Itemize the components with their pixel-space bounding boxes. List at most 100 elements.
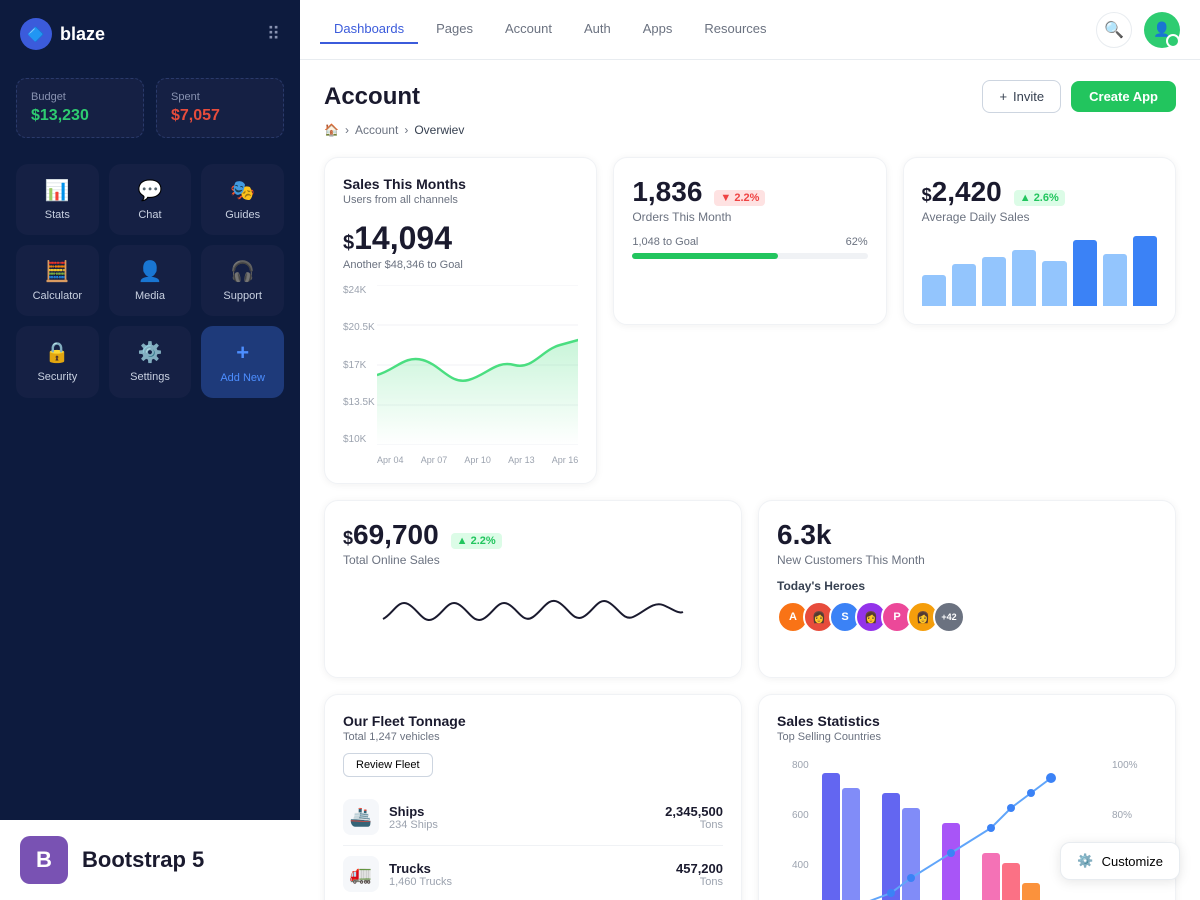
progress-bar-bg [632,253,867,259]
media-label: Media [135,290,165,302]
todays-heroes-section: Today's Heroes A 👩 S 👩 P 👩 +42 [777,579,1157,633]
invite-button[interactable]: + Invite [982,80,1061,113]
daily-sales-label: Average Daily Sales [922,210,1157,224]
nav-dashboards[interactable]: Dashboards [320,15,418,44]
online-sales-label: Total Online Sales [343,553,723,567]
nav-pages[interactable]: Pages [422,15,487,44]
sidebar-item-calculator[interactable]: 🧮 Calculator [16,245,99,316]
svg-text:600: 600 [792,810,809,821]
media-icon: 👤 [138,259,163,284]
sales-month-card: Sales This Months Users from all channel… [324,157,597,484]
create-app-button[interactable]: Create App [1071,81,1176,112]
invite-plus-icon: + [999,89,1007,104]
sales-month-title: Sales This Months [343,176,578,192]
sales-line-chart: $24K $20.5K $17K $13.5K $10K [343,285,578,465]
sidebar-item-guides[interactable]: 🎭 Guides [201,164,284,235]
breadcrumb-account[interactable]: Account [355,123,398,137]
bar-3 [982,257,1006,306]
stats-title: Sales Statistics [777,713,1157,729]
y-label-2: $20.5K [343,322,375,333]
new-customers-value: 6.3k [777,519,1157,551]
add-new-label: Add New [220,372,265,384]
bar-8 [1133,236,1157,306]
hero-avatars: A 👩 S 👩 P 👩 +42 [777,601,1157,633]
fleet-title: Our Fleet Tonnage [343,713,723,729]
calculator-label: Calculator [33,290,83,302]
budget-section: Budget $13,230 Spent $7,057 [0,68,300,154]
progress-labels: 1,048 to Goal 62% [632,236,867,248]
hero-more: +42 [933,601,965,633]
sidebar-item-chat[interactable]: 💬 Chat [109,164,192,235]
add-icon: + [236,340,249,366]
customize-label: Customize [1102,854,1163,869]
orders-card: 1,836 ▼ 2.2% Orders This Month 1,048 to … [613,157,886,325]
daily-sales-badge: ▲ 2.6% [1014,190,1065,206]
sales-month-goal: Another $48,346 to Goal [343,259,578,271]
review-fleet-button[interactable]: Review Fleet [343,753,433,777]
bootstrap-icon: B [20,836,68,884]
trucks-icon: 🚛 [343,856,379,892]
nav-resources[interactable]: Resources [690,15,780,44]
support-label: Support [223,290,262,302]
wave-chart [343,579,723,659]
customize-button[interactable]: ⚙️ Customize [1060,842,1180,880]
sidebar-item-add-new[interactable]: + Add New [201,326,284,398]
svg-text:80%: 80% [1112,810,1132,821]
chat-label: Chat [138,209,161,221]
stats-label: Stats [45,209,70,221]
x-label-1: Apr 04 [377,455,404,465]
sidebar-item-stats[interactable]: 📊 Stats [16,164,99,235]
sidebar-item-security[interactable]: 🔒 Security [16,326,99,398]
sidebar-item-settings[interactable]: ⚙️ Settings [109,326,192,398]
chat-icon: 💬 [138,178,163,203]
nav-auth[interactable]: Auth [570,15,625,44]
page-title: Account [324,83,420,111]
nav-grid: 📊 Stats 💬 Chat 🎭 Guides 🧮 Calculator 👤 M… [0,154,300,408]
svg-text:100%: 100% [1112,760,1138,771]
trucks-count: 1,460 Trucks [389,876,666,888]
trucks-amount: 457,200 Tons [676,861,723,888]
page-content: Account + Invite Create App 🏠 › Account … [300,60,1200,900]
sidebar: 🔷 blaze ⠿ Budget $13,230 Spent $7,057 📊 … [0,0,300,900]
bar-6 [1073,240,1097,307]
orders-progress: 1,048 to Goal 62% [632,236,867,259]
search-button[interactable]: 🔍 [1096,12,1132,48]
fleet-subtitle: Total 1,247 vehicles [343,731,723,743]
bar-7 [1103,254,1127,307]
breadcrumb: 🏠 › Account › Overwiev [324,123,1176,137]
daily-sales-chart [922,236,1157,306]
trucks-unit: Tons [676,876,723,888]
ships-count: 234 Ships [389,819,655,831]
breadcrumb-overview: Overwiev [414,123,464,137]
main-content: Dashboards Pages Account Auth Apps Resou… [300,0,1200,900]
nav-actions: 🔍 👤 [1096,12,1180,48]
orders-label: Orders This Month [632,210,867,224]
breadcrumb-separator: › [345,123,349,137]
progress-pct-label: 62% [846,236,868,248]
nav-apps[interactable]: Apps [629,15,687,44]
svg-text:400: 400 [792,860,809,871]
daily-sales-card: $2,420 ▲ 2.6% Average Daily Sales [903,157,1176,325]
budget-amount: $13,230 [31,107,129,125]
new-customers-card: 6.3k New Customers This Month Today's He… [758,500,1176,678]
ships-label: Ships [389,804,655,819]
menu-icon[interactable]: ⠿ [267,24,280,45]
x-label-2: Apr 07 [421,455,448,465]
fleet-row-ships: 🚢 Ships 234 Ships 2,345,500 Tons [343,789,723,846]
ships-unit: Tons [665,819,723,831]
x-label-5: Apr 16 [552,455,579,465]
breadcrumb-home[interactable]: 🏠 [324,123,339,137]
chart-x-labels: Apr 04 Apr 07 Apr 10 Apr 13 Apr 16 [377,455,578,465]
nav-account[interactable]: Account [491,15,566,44]
metrics-grid: 1,836 ▼ 2.2% Orders This Month 1,048 to … [324,157,1176,484]
svg-text:800: 800 [792,760,809,771]
bar-1 [922,275,946,307]
bar-4 [1012,250,1036,306]
sidebar-header: 🔷 blaze ⠿ [0,0,300,68]
sidebar-item-support[interactable]: 🎧 Support [201,245,284,316]
orders-value: 1,836 [632,176,702,208]
sidebar-item-media[interactable]: 👤 Media [109,245,192,316]
sales-month-subtitle: Users from all channels [343,194,578,206]
user-avatar[interactable]: 👤 [1144,12,1180,48]
calculator-icon: 🧮 [45,259,70,284]
